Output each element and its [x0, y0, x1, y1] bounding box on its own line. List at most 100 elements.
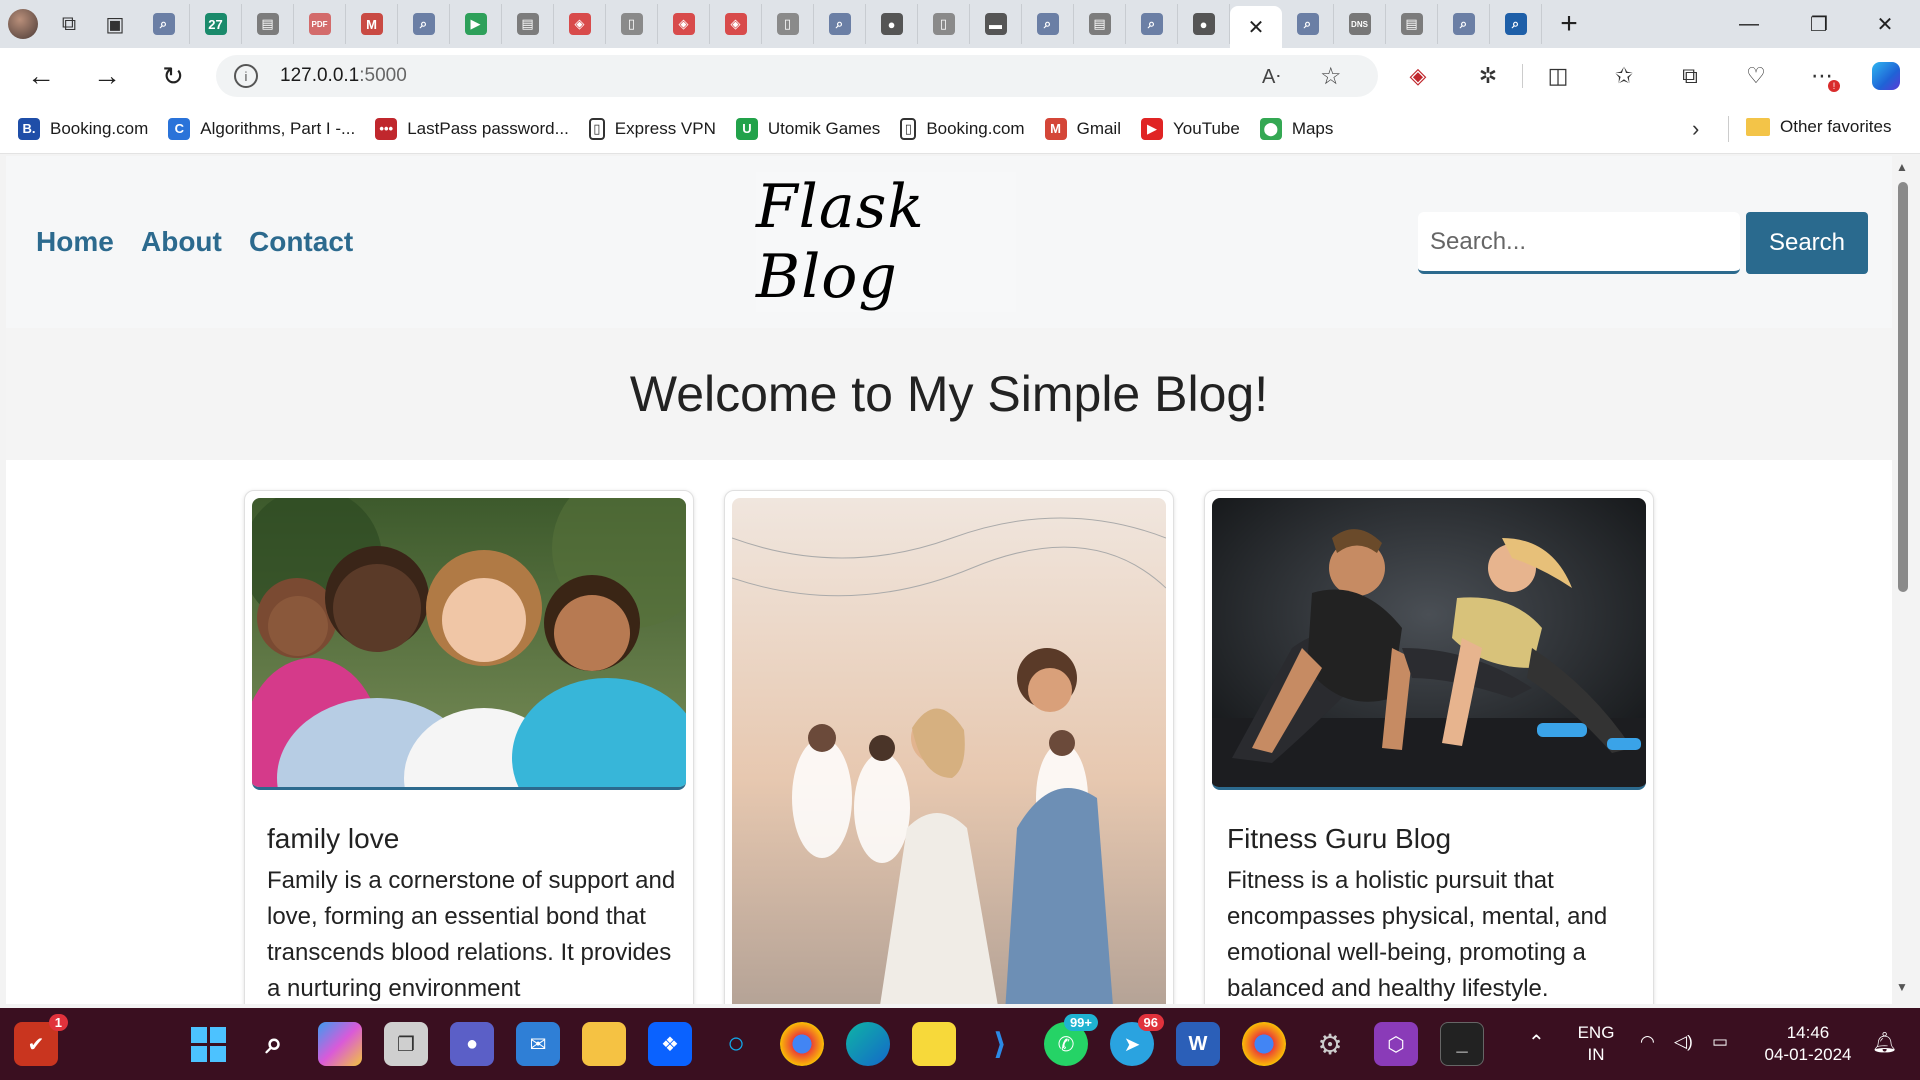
- tab[interactable]: ⌕: [1282, 4, 1334, 44]
- tab-actions-icon[interactable]: ▣: [92, 4, 138, 44]
- battery-icon[interactable]: ▭: [1712, 1032, 1728, 1052]
- tab[interactable]: ⌕: [1490, 4, 1542, 44]
- copilot-pre-icon[interactable]: [318, 1022, 362, 1066]
- app-purple-icon[interactable]: ⬡: [1374, 1022, 1418, 1066]
- bookmark-item[interactable]: C Algorithms, Part I -...: [168, 117, 355, 140]
- bookmark-item[interactable]: M Gmail: [1044, 117, 1121, 140]
- url-text[interactable]: 127.0.0.1:5000: [280, 65, 407, 87]
- site-logo[interactable]: Flask Blog: [756, 172, 1016, 312]
- minimize-button[interactable]: —: [1714, 0, 1784, 48]
- chevron-right-icon[interactable]: ›: [1692, 116, 1699, 142]
- tab[interactable]: ▤: [502, 4, 554, 44]
- bookmark-item[interactable]: ▯ Booking.com: [900, 117, 1025, 140]
- post-card[interactable]: [724, 490, 1174, 1004]
- tab[interactable]: PDF: [294, 4, 346, 44]
- post-card[interactable]: family love Family is a cornerstone of s…: [244, 490, 694, 1004]
- post-image-wedding[interactable]: [732, 498, 1166, 1004]
- volume-icon[interactable]: ◁): [1674, 1032, 1693, 1052]
- forward-button[interactable]: →: [74, 48, 140, 104]
- tab[interactable]: ◈: [554, 4, 606, 44]
- search-input[interactable]: [1418, 212, 1740, 274]
- copilot-icon[interactable]: [1866, 56, 1906, 96]
- language-indicator[interactable]: ENG IN: [1570, 1022, 1622, 1066]
- teams-chat-icon[interactable]: ●: [450, 1022, 494, 1066]
- tab[interactable]: ▬: [970, 4, 1022, 44]
- nav-about-link[interactable]: About: [141, 226, 222, 258]
- search-icon[interactable]: ⌕: [252, 1022, 296, 1066]
- site-info-icon[interactable]: i: [234, 64, 258, 88]
- nav-contact-link[interactable]: Contact: [249, 226, 353, 258]
- bookmark-item[interactable]: B. Booking.com: [18, 117, 148, 140]
- dropbox-icon[interactable]: ❖: [648, 1022, 692, 1066]
- telegram-icon[interactable]: ➤ 96: [1110, 1014, 1164, 1066]
- chrome-icon[interactable]: [780, 1022, 824, 1066]
- post-image-family[interactable]: [252, 498, 686, 790]
- nav-home-link[interactable]: Home: [36, 226, 114, 258]
- restore-button[interactable]: ❐: [1784, 0, 1854, 48]
- clock[interactable]: 14:46 04-01-2024: [1752, 1022, 1864, 1066]
- split-screen-icon[interactable]: ◫: [1538, 56, 1578, 96]
- settings-more-icon[interactable]: ⋯!: [1802, 56, 1842, 96]
- post-title[interactable]: Fitness Guru Blog: [1227, 823, 1451, 855]
- new-tab-button[interactable]: +: [1546, 4, 1592, 44]
- favorite-star-icon[interactable]: ☆: [1320, 62, 1342, 91]
- scroll-down-icon[interactable]: ▼: [1896, 980, 1908, 994]
- search-button[interactable]: Search: [1746, 212, 1868, 274]
- tab[interactable]: ◈: [658, 4, 710, 44]
- favorites-icon[interactable]: ✩: [1604, 56, 1644, 96]
- start-windows-icon[interactable]: [186, 1022, 230, 1066]
- tab[interactable]: ▤: [1074, 4, 1126, 44]
- scroll-thumb[interactable]: [1898, 182, 1908, 592]
- back-button[interactable]: ←: [8, 48, 74, 104]
- tab[interactable]: ⌕: [1022, 4, 1074, 44]
- tab[interactable]: ⌕: [1438, 4, 1490, 44]
- scroll-up-icon[interactable]: ▲: [1896, 160, 1908, 174]
- tab[interactable]: ⌕: [398, 4, 450, 44]
- tab[interactable]: DNS: [1334, 4, 1386, 44]
- post-card[interactable]: Fitness Guru Blog Fitness is a holistic …: [1204, 490, 1654, 1004]
- tab[interactable]: ▤: [1386, 4, 1438, 44]
- other-favorites-folder[interactable]: Other favorites: [1746, 117, 1892, 137]
- edge-icon[interactable]: [846, 1022, 890, 1066]
- tab[interactable]: ⌕: [814, 4, 866, 44]
- browser-essentials-icon[interactable]: ♡: [1736, 56, 1776, 96]
- app-alert-icon[interactable]: ✔ 1: [14, 1014, 68, 1066]
- page-scrollbar[interactable]: ▲ ▼: [1892, 156, 1914, 1004]
- collections-icon[interactable]: ⧉: [1670, 56, 1710, 96]
- sticky-notes-icon[interactable]: [912, 1022, 956, 1066]
- tab[interactable]: 27: [190, 4, 242, 44]
- settings-gear-icon[interactable]: ⚙: [1308, 1022, 1352, 1066]
- tab[interactable]: ●: [866, 4, 918, 44]
- task-view-icon[interactable]: ❐: [384, 1022, 428, 1066]
- close-window-button[interactable]: ✕: [1850, 0, 1920, 48]
- tab[interactable]: ●: [1178, 4, 1230, 44]
- cortana-icon[interactable]: ○: [714, 1022, 758, 1066]
- chrome-profile-icon[interactable]: [1242, 1022, 1286, 1066]
- tab[interactable]: ▤: [242, 4, 294, 44]
- tab-active[interactable]: ✕: [1230, 6, 1282, 48]
- vscode-icon[interactable]: ⟩: [978, 1022, 1022, 1066]
- file-explorer-icon[interactable]: [582, 1022, 626, 1066]
- refresh-button[interactable]: ↻: [140, 48, 206, 104]
- terminal-icon[interactable]: _: [1440, 1022, 1484, 1066]
- post-title[interactable]: family love: [267, 823, 399, 855]
- wifi-icon[interactable]: ◠: [1640, 1032, 1655, 1052]
- close-tab-icon[interactable]: ✕: [1248, 15, 1265, 40]
- word-icon[interactable]: W: [1176, 1022, 1220, 1066]
- workspaces-icon[interactable]: ⧉: [46, 4, 92, 44]
- tab[interactable]: ⌕: [138, 4, 190, 44]
- tab[interactable]: ▯: [918, 4, 970, 44]
- tab[interactable]: ▯: [606, 4, 658, 44]
- notification-bell-icon[interactable]: 🔔︎: [1872, 1030, 1897, 1055]
- post-image-fitness[interactable]: [1212, 498, 1646, 790]
- bookmark-item[interactable]: ⬤ Maps: [1259, 117, 1333, 140]
- tab[interactable]: ◈: [710, 4, 762, 44]
- tab[interactable]: ⌕: [1126, 4, 1178, 44]
- mail-icon[interactable]: ✉: [516, 1022, 560, 1066]
- bookmark-item[interactable]: ▯ Express VPN: [588, 117, 716, 140]
- chevron-up-icon[interactable]: ⌃: [1528, 1030, 1545, 1055]
- address-bar[interactable]: i 127.0.0.1:5000 Aᐧ ☆: [216, 55, 1378, 97]
- profile-avatar[interactable]: [0, 4, 46, 44]
- read-aloud-icon[interactable]: Aᐧ: [1262, 64, 1280, 89]
- bookmark-item[interactable]: ••• LastPass password...: [375, 117, 569, 140]
